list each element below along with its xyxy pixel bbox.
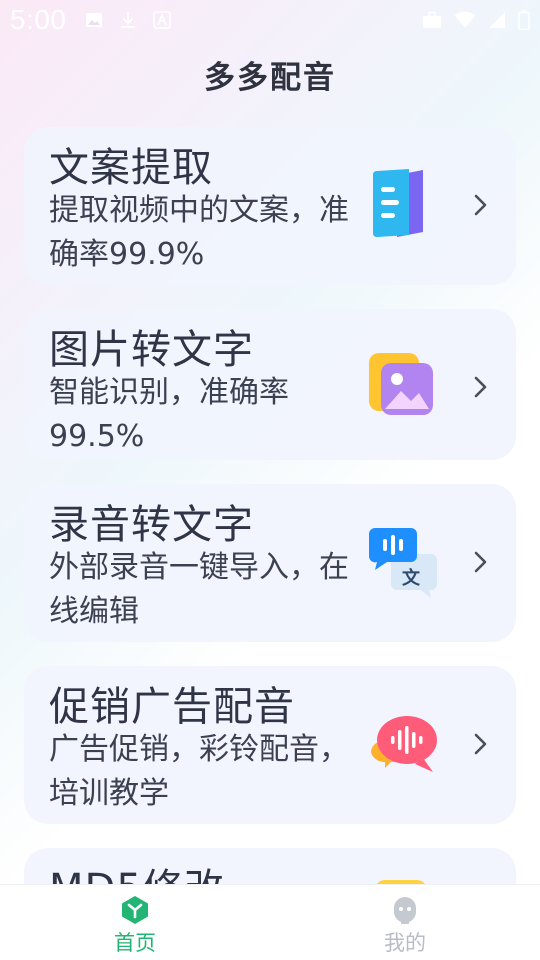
status-time: 5:00 [10,4,67,35]
feature-list: 文案提取 提取视频中的文案，准确率99.9% 图片转文字 智能识别，准确率99.… [24,127,516,928]
app-title: 多多配音 [204,60,336,96]
card-audio-to-text[interactable]: 录音转文字 外部录音一键导入，在线编辑 文 [24,484,516,642]
card-description: 广告促销，彩铃配音，培训教学 [49,732,349,811]
briefcase-icon [423,11,441,28]
bottom-nav: 首页 我的 [0,884,540,960]
nav-mine[interactable]: 我的 [270,885,540,960]
card-title: 促销广告配音 [49,684,295,730]
card-promo-dubbing[interactable]: 促销广告配音 广告促销，彩铃配音，培训教学 [24,666,516,824]
download-icon [120,12,135,28]
chevron-right-icon [474,376,487,398]
card-description: 提取视频中的文案，准确率99.9% [49,193,349,272]
nav-label-mine: 我的 [384,931,426,955]
nav-home[interactable]: 首页 [0,885,270,960]
card-title: 文案提取 [49,145,213,191]
card-description: 外部录音一键导入，在线编辑 [49,550,349,629]
status-bar: 5:00 [0,0,540,40]
wifi-icon [454,11,476,28]
voice-text-icon: 文 [368,528,437,598]
card-description: 智能识别，准确率99.5% [49,375,289,454]
image-icon [85,13,102,27]
chevron-right-icon [474,551,487,573]
battery-icon [518,10,530,30]
nav-label-home: 首页 [114,931,156,955]
svg-text:文: 文 [402,567,421,589]
profile-icon [394,897,416,924]
picture-icon [369,353,433,415]
font-icon [152,11,171,29]
card-copy-extract[interactable]: 文案提取 提取视频中的文案，准确率99.9% [24,127,516,285]
signal-icon [489,12,505,28]
card-image-to-text[interactable]: 图片转文字 智能识别，准确率99.5% [24,309,516,460]
chevron-right-icon [474,733,487,755]
card-title: 图片转文字 [49,327,254,373]
card-title: 录音转文字 [49,502,254,548]
speech-bubble-icon [371,716,437,772]
document-extract-icon [373,169,423,237]
chevron-right-icon [474,194,487,216]
home-icon [122,896,148,924]
